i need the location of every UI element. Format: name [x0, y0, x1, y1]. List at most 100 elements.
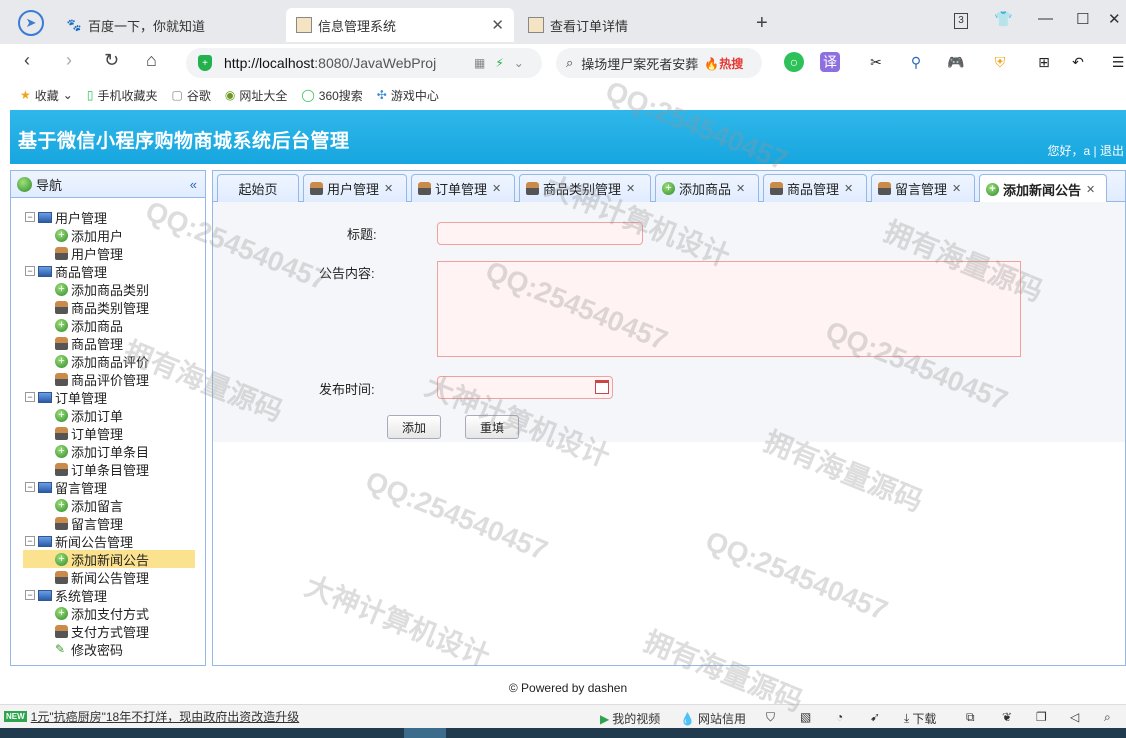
collapse-toggle-icon[interactable]: − — [25, 536, 35, 546]
bookmark-directory[interactable]: ◉ 网址大全 — [225, 87, 288, 104]
tab-product-manage[interactable]: 商品管理 ✕ — [763, 174, 867, 202]
submit-button[interactable]: 添加 — [387, 415, 441, 439]
tree-item-add-news[interactable]: + 添加新闻公告 — [23, 550, 195, 568]
chevron-down-icon[interactable]: ⌄ — [514, 56, 524, 70]
close-icon[interactable]: ✕ — [736, 182, 745, 195]
taskbar-active-item[interactable] — [404, 728, 446, 738]
close-icon[interactable]: ✕ — [492, 182, 501, 195]
tree-item-order-manage[interactable]: 订单管理 — [11, 424, 205, 442]
title-input[interactable] — [437, 222, 643, 245]
minimize-button[interactable]: — — [1038, 10, 1053, 27]
publish-time-input[interactable] — [437, 376, 613, 399]
zoom-icon[interactable]: ⌕ — [1104, 710, 1111, 725]
maximize-button[interactable]: ☐ — [1076, 10, 1089, 28]
search-box[interactable]: ⌕ 操场埋尸案死者安葬 🔥热搜 — [556, 48, 762, 78]
tree-group-news[interactable]: − 新闻公告管理 — [11, 532, 205, 550]
tab-count-badge[interactable]: 3 — [954, 13, 968, 29]
image-icon[interactable]: ▧ — [800, 710, 811, 724]
content-textarea[interactable] — [437, 261, 1021, 357]
close-window-button[interactable]: ✕ — [1108, 10, 1121, 28]
close-icon[interactable]: ✕ — [384, 182, 393, 195]
download-button[interactable]: ⤓ 下载 — [904, 710, 936, 727]
gamepad-icon[interactable]: 🎮 — [946, 52, 966, 72]
tab-category-manage[interactable]: 商品类别管理 ✕ — [519, 174, 651, 202]
qr-icon[interactable]: ▦ — [474, 56, 485, 70]
tree-item-news-manage[interactable]: 新闻公告管理 — [11, 568, 205, 586]
tree-item-add-order-line[interactable]: + 添加订单条目 — [11, 442, 205, 460]
tree-item-message-manage[interactable]: 留言管理 — [11, 514, 205, 532]
tree-item-add-review[interactable]: + 添加商品评价 — [11, 352, 205, 370]
menu-icon[interactable]: ☰ — [1108, 52, 1126, 72]
tree-item-add-category[interactable]: + 添加商品类别 — [11, 280, 205, 298]
translate-icon[interactable]: 译 — [820, 52, 840, 72]
my-video-button[interactable]: ▶ 我的视频 — [600, 710, 660, 727]
shield-badge-icon[interactable]: ⛨ — [990, 52, 1010, 72]
reload-button[interactable]: ↻ — [104, 50, 119, 71]
tree-group-users[interactable]: − 用户管理 — [11, 208, 205, 226]
magnifier-icon[interactable]: ⚲ — [906, 52, 926, 72]
browser-logo-icon[interactable]: ➤ — [18, 10, 44, 36]
close-icon[interactable]: ✕ — [1086, 183, 1095, 196]
browser-tab-baidu[interactable]: 🐾 百度一下，你就知道 — [56, 8, 282, 42]
tab-message-manage[interactable]: 留言管理 ✕ — [871, 174, 975, 202]
puzzle-outline-icon[interactable]: ⧉ — [966, 710, 975, 725]
bookmark-360[interactable]: ◯ 360搜索 — [301, 87, 362, 104]
tab-order-manage[interactable]: 订单管理 ✕ — [411, 174, 515, 202]
tree-item-payment-manage[interactable]: 支付方式管理 — [11, 622, 205, 640]
tree-item-change-password[interactable]: ✎ 修改密码 — [11, 640, 205, 658]
close-icon[interactable]: ✕ — [626, 182, 635, 195]
browser-tab-order-detail[interactable]: 查看订单详情 — [518, 8, 744, 42]
tree-item-order-line-manage[interactable]: 订单条目管理 — [11, 460, 205, 478]
reset-button[interactable]: 重填 — [465, 415, 519, 439]
home-button[interactable]: ⌂ — [146, 50, 157, 71]
tree-item-add-message[interactable]: + 添加留言 — [11, 496, 205, 514]
tab-user-manage[interactable]: 用户管理 ✕ — [303, 174, 407, 202]
tree-group-products[interactable]: − 商品管理 — [11, 262, 205, 280]
collapse-toggle-icon[interactable]: − — [25, 266, 35, 276]
scissors-icon[interactable]: ✂ — [866, 52, 886, 72]
collapse-toggle-icon[interactable]: − — [25, 212, 35, 222]
collapse-toggle-icon[interactable]: − — [25, 392, 35, 402]
close-icon[interactable]: ✕ — [952, 182, 961, 195]
tree-item-category-manage[interactable]: 商品类别管理 — [11, 298, 205, 316]
chat-icon[interactable]: ○ — [784, 52, 804, 72]
rocket-icon[interactable]: ➹ — [870, 710, 880, 724]
bookmark-favorites[interactable]: ★ 收藏 ⌄ — [20, 87, 73, 104]
browser-tab-info-system[interactable]: 信息管理系统 ✕ — [286, 8, 514, 42]
new-tab-button[interactable]: + — [756, 12, 768, 35]
tree-item-add-product[interactable]: + 添加商品 — [11, 316, 205, 334]
back-button[interactable]: ‹ — [24, 50, 30, 71]
collapse-toggle-icon[interactable]: − — [25, 482, 35, 492]
leaf-icon[interactable]: ❦ — [1002, 710, 1012, 724]
tree-item-add-user[interactable]: + 添加用户 — [11, 226, 205, 244]
url-text[interactable]: http://localhost:8080/JavaWebProj — [224, 55, 464, 71]
collapse-icon[interactable]: « — [190, 177, 197, 192]
tab-home[interactable]: 起始页 — [217, 174, 299, 202]
shirt-icon[interactable]: 👕 — [994, 10, 1013, 28]
close-icon[interactable]: ✕ — [844, 182, 853, 195]
site-credit-button[interactable]: 💧 网站信用 — [680, 710, 746, 727]
close-icon[interactable]: ✕ — [491, 16, 504, 34]
logout-link[interactable]: 退出 — [1100, 144, 1124, 158]
grid-icon[interactable]: ⊞ — [1034, 52, 1054, 72]
bookmark-games[interactable]: ✣ 游戏中心 — [377, 87, 439, 104]
tree-item-add-payment[interactable]: + 添加支付方式 — [11, 604, 205, 622]
news-link[interactable]: 1元"抗癌厨房"18年不打烊，现由政府出资改造升级 — [31, 708, 300, 725]
tree-item-product-manage[interactable]: 商品管理 — [11, 334, 205, 352]
tree-group-messages[interactable]: − 留言管理 — [11, 478, 205, 496]
tab-add-product[interactable]: + 添加商品 ✕ — [655, 174, 759, 202]
collapse-toggle-icon[interactable]: − — [25, 590, 35, 600]
calendar-icon[interactable] — [595, 380, 609, 394]
shield-outline-icon[interactable]: ⛉ — [766, 710, 775, 725]
lightning-icon[interactable]: ⚡ — [495, 56, 503, 70]
speaker-icon[interactable]: ◁ — [1070, 710, 1079, 724]
tree-item-user-manage[interactable]: 用户管理 — [11, 244, 205, 262]
window-icon[interactable]: ❐ — [1036, 710, 1047, 724]
tree-group-orders[interactable]: − 订单管理 — [11, 388, 205, 406]
tree-group-system[interactable]: − 系统管理 — [11, 586, 205, 604]
compass-icon[interactable]: ◔ — [836, 710, 843, 724]
tree-item-review-manage[interactable]: 商品评价管理 — [11, 370, 205, 388]
bookmark-mobile[interactable]: ▯ 手机收藏夹 — [87, 87, 158, 104]
undo-icon[interactable]: ↶ — [1068, 52, 1088, 72]
address-bar[interactable]: + http://localhost:8080/JavaWebProj ▦ ⚡ … — [186, 48, 542, 78]
